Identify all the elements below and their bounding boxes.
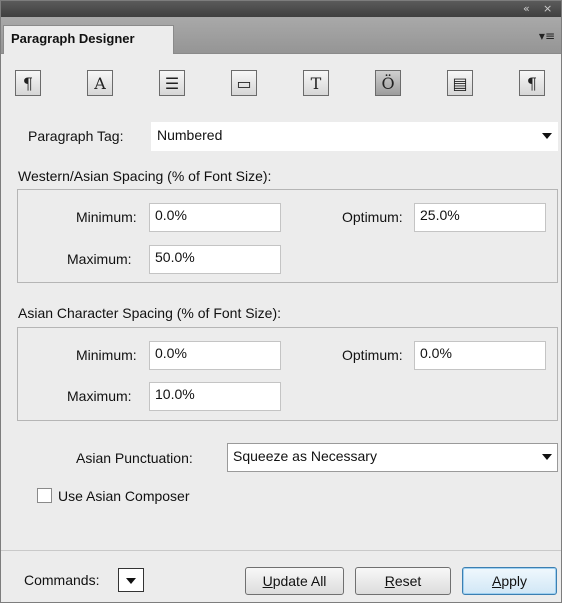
ac-maximum-field[interactable]: 10.0%	[149, 382, 281, 411]
asian-character-spacing-title: Asian Character Spacing (% of Font Size)…	[18, 305, 282, 321]
paragraph-tag-combo[interactable]: Numbered	[151, 122, 558, 151]
wa-maximum-label: Maximum:	[67, 251, 132, 267]
apply-button[interactable]: Apply	[462, 567, 557, 595]
default-font-icon: A	[94, 73, 106, 93]
collapse-icon[interactable]: «	[523, 2, 530, 16]
paragraph-tag-label: Paragraph Tag:	[28, 128, 124, 144]
commands-label: Commands:	[24, 572, 100, 588]
update-all-button[interactable]: Update All	[245, 567, 344, 595]
chevron-down-icon	[542, 454, 552, 460]
basic-properties-button[interactable]: ¶	[15, 70, 41, 96]
footer-divider	[1, 550, 561, 551]
direction-icon: ¶	[526, 73, 538, 93]
table-cell-icon: ▤	[452, 73, 468, 93]
wa-minimum-label: Minimum:	[76, 209, 137, 225]
ac-maximum-label: Maximum:	[67, 388, 132, 404]
numbering-icon: ▭	[236, 73, 252, 93]
asian-punctuation-select[interactable]: Squeeze as Necessary	[227, 443, 558, 472]
chevron-down-icon	[126, 578, 136, 584]
wa-optimum-field[interactable]: 25.0%	[414, 203, 546, 232]
basic-properties-icon: ¶	[22, 73, 34, 93]
pagination-icon: ☰	[164, 73, 180, 93]
ac-optimum-field[interactable]: 0.0%	[414, 341, 546, 370]
ac-minimum-label: Minimum:	[76, 347, 137, 363]
pagination-button[interactable]: ☰	[159, 70, 185, 96]
wa-minimum-field[interactable]: 0.0%	[149, 203, 281, 232]
wa-optimum-label: Optimum:	[342, 209, 403, 225]
paragraph-designer-panel: « × Paragraph Designer ▾≡ ¶ A ☰ ▭ T Ö ▤ …	[0, 0, 562, 603]
chevron-down-icon	[542, 133, 552, 139]
direction-button[interactable]: ¶	[519, 70, 545, 96]
asia-icon: Ö	[381, 73, 395, 93]
use-asian-composer-label[interactable]: Use Asian Composer	[58, 488, 190, 504]
default-font-button[interactable]: A	[87, 70, 113, 96]
close-icon[interactable]: ×	[543, 2, 552, 16]
panel-menu-icon[interactable]: ▾≡	[539, 29, 555, 43]
asian-punctuation-value: Squeeze as Necessary	[233, 448, 377, 464]
reset-button[interactable]: Reset	[355, 567, 451, 595]
western-asian-spacing-title: Western/Asian Spacing (% of Font Size):	[18, 168, 272, 184]
use-asian-composer-checkbox[interactable]	[37, 488, 52, 503]
asia-button[interactable]: Ö	[375, 70, 401, 96]
commands-dropdown[interactable]	[118, 568, 144, 592]
tab-strip: Paragraph Designer ▾≡	[1, 17, 561, 54]
ac-minimum-field[interactable]: 0.0%	[149, 341, 281, 370]
tab-paragraph-designer[interactable]: Paragraph Designer	[3, 25, 174, 54]
advanced-button[interactable]: T	[303, 70, 329, 96]
table-cell-button[interactable]: ▤	[447, 70, 473, 96]
advanced-icon: T	[310, 73, 322, 93]
wa-maximum-field[interactable]: 50.0%	[149, 245, 281, 274]
numbering-button[interactable]: ▭	[231, 70, 257, 96]
panel-title-bar: « ×	[1, 1, 561, 17]
paragraph-tag-value: Numbered	[157, 127, 223, 143]
asian-punctuation-label: Asian Punctuation:	[76, 450, 193, 466]
ac-optimum-label: Optimum:	[342, 347, 403, 363]
